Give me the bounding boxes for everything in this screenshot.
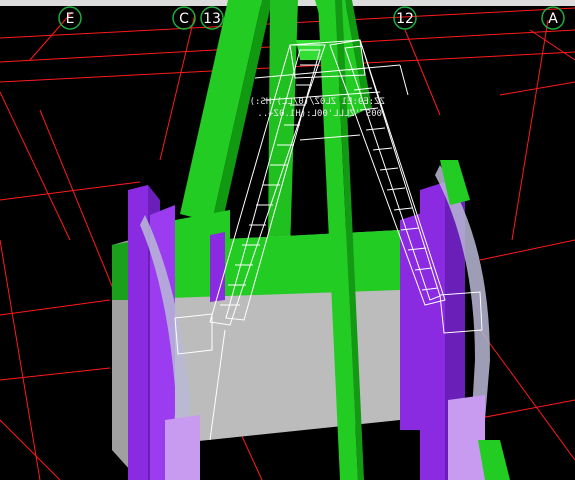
- grid-bubble-e[interactable]: E: [58, 6, 82, 30]
- grid-bubble-c[interactable]: C: [172, 6, 196, 30]
- grid-bubble-13[interactable]: 13: [200, 6, 224, 30]
- annotation-line-1: ZZ:E9:E1 ZL0Z/l0/LL) HS:): [250, 97, 385, 107]
- model-viewport[interactable]: E C 13 12 A ZZ:E9:E1 ZL0Z/l0/LL) HS:) 00…: [0, 0, 575, 480]
- grid-bubble-label: C: [179, 11, 189, 27]
- grid-bubble-label: 13: [203, 11, 221, 27]
- grid-bubble-a[interactable]: A: [541, 6, 565, 30]
- annotation-line-2: 00S 'ZLLL'00L:(H1.0Z+..: [257, 109, 382, 119]
- model-canvas[interactable]: E C 13 12 A ZZ:E9:E1 ZL0Z/l0/LL) HS:) 00…: [0, 0, 575, 480]
- grid-bubble-label: E: [66, 11, 75, 27]
- grid-bubble-12[interactable]: 12: [393, 6, 417, 30]
- grid-bubble-label: 12: [396, 11, 414, 27]
- grid-bubble-label: A: [548, 11, 558, 27]
- purple-frame-right[interactable]: [400, 160, 510, 480]
